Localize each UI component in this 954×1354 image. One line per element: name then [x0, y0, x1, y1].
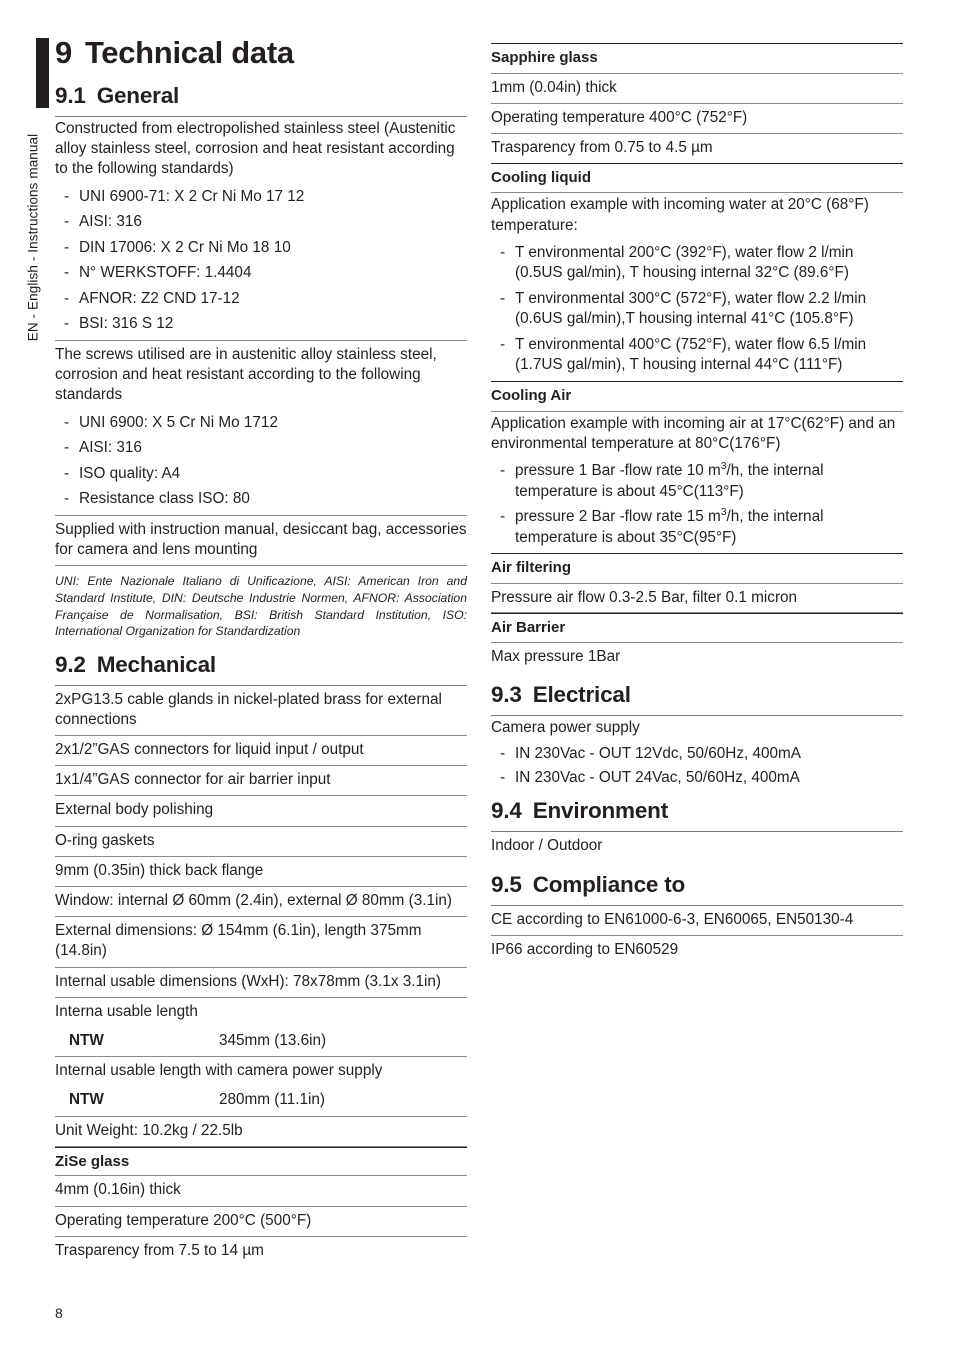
table-row: 2xPG13.5 cable glands in nickel-plated b…	[55, 686, 467, 737]
section-number: 9.5	[491, 871, 522, 897]
section-heading-compliance: 9.5 Compliance to	[491, 871, 903, 898]
screws-intro: The screws utilised are in austenitic al…	[55, 345, 437, 404]
general-intro: Constructed from electropolished stainle…	[55, 119, 456, 178]
compliance-spec-table: CE according to EN61000-6-3, EN60065, EN…	[491, 904, 903, 965]
table-header-zise-glass: ZiSe glass	[55, 1146, 467, 1177]
list-item: DIN 17006: X 2 Cr Ni Mo 18 10	[55, 238, 467, 259]
table-header-sapphire-glass: Sapphire glass	[491, 44, 903, 74]
right-column: Sapphire glass 1mm (0.04in) thick Operat…	[491, 36, 903, 965]
abbreviations-footnote: UNI: Ente Nazionale Italiano di Unificaz…	[55, 574, 467, 639]
table-row: 1x1/4”GAS connector for air barrier inpu…	[55, 766, 467, 797]
table-row: Operating temperature 200°C (500°F)	[55, 1207, 467, 1237]
language-sidebar-label: EN - English - Instructions manual	[25, 133, 41, 342]
table-row: 9mm (0.35in) thick back flange	[55, 857, 467, 887]
table-row-unit-weight: Unit Weight: 10.2kg / 22.5lb	[55, 1117, 467, 1147]
list-item: T environmental 400°C (752°F), water flo…	[491, 335, 903, 376]
ntw-value: 280mm (11.1in)	[219, 1091, 325, 1109]
table-header-air-filtering: Air filtering	[491, 554, 903, 584]
list-item: AISI: 316	[55, 438, 467, 459]
table-row-air-filtering: Pressure air flow 0.3-2.5 Bar, filter 0.…	[491, 584, 903, 614]
list-item: UNI 6900-71: X 2 Cr Ni Mo 17 12	[55, 187, 467, 208]
electrical-intro: Camera power supply	[491, 719, 640, 737]
list-item: AISI: 316	[55, 212, 467, 233]
table-row: IP66 according to EN60529	[491, 940, 679, 958]
table-row-ntw-power-supply: NTW 280mm (11.1in)	[55, 1086, 467, 1117]
environment-spec-table: Indoor / Outdoor	[491, 831, 903, 861]
supplied-with-row: Supplied with instruction manual, desicc…	[55, 516, 467, 567]
table-row: Window: internal Ø 60mm (2.4in), externa…	[55, 887, 467, 918]
table-row: External dimensions: Ø 154mm (6.1in), le…	[55, 917, 467, 968]
ntw-label: NTW	[69, 1091, 104, 1109]
ntw-label: NTW	[69, 1031, 104, 1049]
screws-standards-list: UNI 6900: X 5 Cr Ni Mo 1712 AISI: 316 IS…	[55, 413, 467, 516]
list-item: ISO quality: A4	[55, 464, 467, 485]
table-header-cooling-air: Cooling Air	[491, 382, 903, 412]
section-title: General	[96, 82, 180, 108]
section-number: 9.3	[491, 682, 522, 708]
table-row: CE according to EN61000-6-3, EN60065, EN…	[491, 906, 903, 936]
section-title: Electrical	[532, 682, 631, 708]
general-spec-table: Constructed from electropolished stainle…	[55, 115, 467, 640]
general-standards-list: UNI 6900-71: X 2 Cr Ni Mo 17 12 AISI: 31…	[55, 187, 467, 341]
list-item: IN 230Vac - OUT 12Vdc, 50/60Hz, 400mA	[491, 744, 903, 765]
page-number: 8	[55, 1305, 63, 1321]
section-heading-electrical: 9.3 Electrical	[491, 681, 903, 708]
table-header-air-barrier: Air Barrier	[491, 613, 903, 643]
cooling-liquid-list: T environmental 200°C (392°F), water flo…	[491, 243, 903, 382]
list-item: pressure 1 Bar -flow rate 10 m3/h, the i…	[491, 461, 903, 502]
list-item: N° WERKSTOFF: 1.4404	[55, 263, 467, 284]
list-item: Resistance class ISO: 80	[55, 489, 467, 510]
table-row: Internal usable dimensions (WxH): 78x78m…	[55, 968, 467, 998]
section-number: 9.2	[55, 651, 86, 677]
cooling-liquid-intro: Application example with incoming water …	[491, 196, 869, 234]
table-row: 4mm (0.16in) thick	[55, 1176, 467, 1207]
table-row-ntw: NTW 345mm (13.6in)	[55, 1027, 467, 1058]
table-row: External body polishing	[55, 796, 467, 827]
table-row: 1mm (0.04in) thick	[491, 74, 903, 104]
table-row-label: Internal usable length with camera power…	[55, 1062, 383, 1080]
section-title: Compliance to	[532, 871, 686, 897]
list-item: BSI: 316 S 12	[55, 314, 467, 335]
table-row: Operating temperature 400°C (752°F)	[491, 104, 903, 135]
cooling-air-list: pressure 1 Bar -flow rate 10 m3/h, the i…	[491, 461, 903, 555]
list-item: T environmental 300°C (572°F), water flo…	[491, 289, 903, 330]
section-heading-mechanical: 9.2 Mechanical	[55, 651, 467, 678]
sapphire-glass-table: Sapphire glass 1mm (0.04in) thick Operat…	[491, 43, 903, 672]
table-row-air-barrier: Max pressure 1Bar	[491, 647, 621, 665]
mechanical-spec-table: 2xPG13.5 cable glands in nickel-plated b…	[55, 684, 467, 1266]
chapter-heading: 9 Technical data	[55, 35, 467, 71]
table-row: O-ring gaskets	[55, 827, 467, 857]
chapter-number: 9	[55, 35, 72, 70]
chapter-title: Technical data	[84, 35, 294, 70]
manual-page: EN - English - Instructions manual 9 Tech…	[0, 0, 954, 1354]
table-row-environment: Indoor / Outdoor	[491, 837, 603, 855]
section-heading-general: 9.1 General	[55, 82, 467, 109]
list-item: T environmental 200°C (392°F), water flo…	[491, 243, 903, 284]
electrical-spec-table: Camera power supply IN 230Vac - OUT 12Vd…	[491, 715, 903, 789]
list-item: UNI 6900: X 5 Cr Ni Mo 1712	[55, 413, 467, 434]
list-item: AFNOR: Z2 CND 17-12	[55, 289, 467, 310]
ntw-value: 345mm (13.6in)	[219, 1031, 327, 1049]
table-row: Trasparency from 7.5 to 14 µm	[55, 1241, 264, 1259]
section-number: 9.4	[491, 798, 522, 824]
table-header-cooling-liquid: Cooling liquid	[491, 163, 903, 194]
table-row-label: Interna usable length	[55, 1002, 198, 1020]
cooling-air-intro: Application example with incoming air at…	[491, 414, 896, 452]
left-column: 9 Technical data 9.1 General Constructed f…	[55, 35, 467, 1266]
section-title: Environment	[532, 798, 669, 824]
section-heading-environment: 9.4 Environment	[491, 797, 903, 824]
section-number: 9.1	[55, 82, 86, 108]
list-item: pressure 2 Bar -flow rate 15 m3/h, the i…	[491, 507, 903, 548]
list-item: IN 230Vac - OUT 24Vac, 50/60Hz, 400mA	[491, 768, 903, 789]
table-row: Trasparency from 0.75 to 4.5 µm	[491, 139, 713, 157]
section-title: Mechanical	[96, 651, 217, 677]
table-row: 2x1/2”GAS connectors for liquid input / …	[55, 736, 467, 767]
electrical-list: IN 230Vac - OUT 12Vdc, 50/60Hz, 400mA IN…	[491, 744, 903, 788]
